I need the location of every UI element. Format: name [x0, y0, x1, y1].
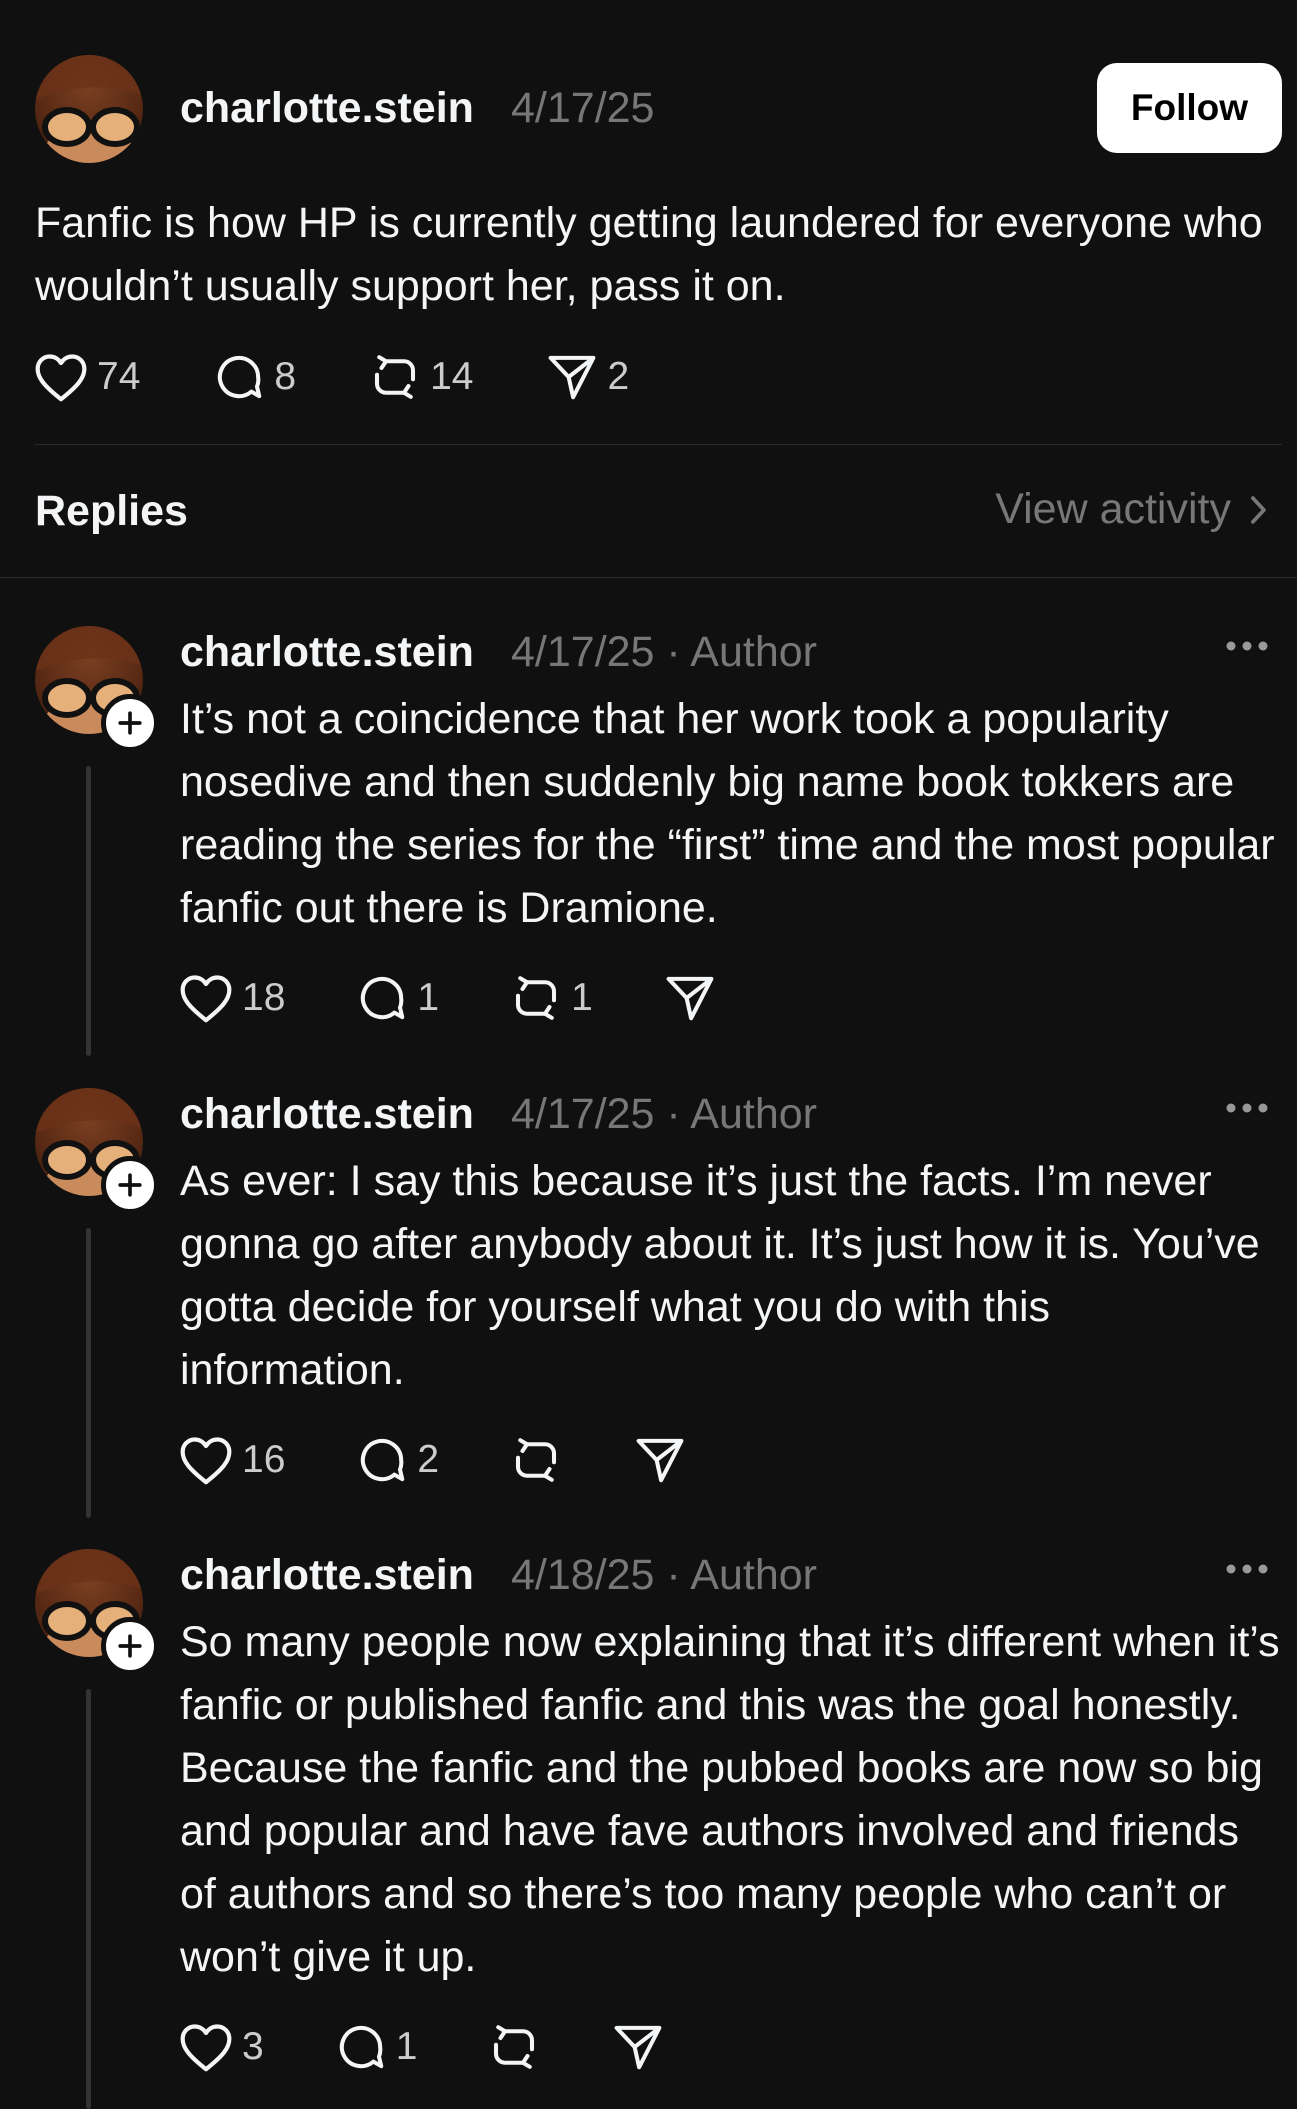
reply-meta: 4/17/25 · Author	[511, 1090, 817, 1138]
like-button[interactable]: 18	[178, 972, 285, 1024]
reply-item: charlotte.stein 4/18/25 · Author So many…	[0, 1549, 1297, 2109]
reply-username[interactable]: charlotte.stein	[180, 1551, 474, 1600]
more-dots-icon	[1225, 1563, 1269, 1575]
plus-icon	[116, 709, 144, 737]
comment-count: 1	[417, 976, 440, 1019]
repost-button[interactable]: 14	[368, 350, 473, 404]
repost-button[interactable]: 1	[509, 971, 593, 1025]
thread-line	[86, 766, 91, 1056]
share-count: 2	[607, 355, 630, 398]
reply-item: charlotte.stein 4/17/25 · Author As ever…	[0, 1088, 1297, 1528]
view-activity-link[interactable]: View activity	[995, 485, 1269, 534]
send-icon	[633, 1433, 687, 1487]
reply-username[interactable]: charlotte.stein	[180, 628, 474, 677]
repost-button[interactable]	[509, 1433, 563, 1487]
more-dots-icon	[1225, 640, 1269, 652]
comment-count: 1	[395, 2025, 418, 2068]
thread-line	[86, 1228, 91, 1518]
repost-icon	[509, 1433, 563, 1487]
comment-bubble-icon	[355, 971, 409, 1025]
send-icon	[663, 971, 717, 1025]
main-post: charlotte.stein 4/17/25 Follow Fanfic is…	[0, 0, 1297, 445]
like-count: 74	[97, 355, 141, 398]
view-activity-label: View activity	[995, 485, 1231, 533]
more-options-button[interactable]	[1225, 1102, 1269, 1114]
reply-actions: 16 2	[178, 1430, 757, 1490]
replies-title: Replies	[35, 487, 188, 535]
send-icon	[611, 2020, 665, 2074]
like-count: 16	[242, 1438, 286, 1481]
more-options-button[interactable]	[1225, 1563, 1269, 1575]
heart-icon	[178, 1434, 234, 1486]
post-actions: 74 8 14 2	[33, 347, 701, 407]
more-options-button[interactable]	[1225, 640, 1269, 652]
reply-text: So many people now explaining that it’s …	[180, 1618, 1280, 1981]
like-button[interactable]: 16	[178, 1434, 285, 1486]
repost-count: 1	[571, 976, 593, 1019]
heart-icon	[178, 972, 234, 1024]
reply-text: It’s not a coincidence that her work too…	[180, 695, 1275, 932]
heart-icon	[33, 351, 89, 403]
more-dots-icon	[1225, 1102, 1269, 1114]
share-button[interactable]	[611, 2020, 665, 2074]
like-count: 18	[242, 976, 286, 1019]
divider	[0, 577, 1297, 578]
reply-actions: 3 1	[178, 2017, 735, 2077]
share-button[interactable]	[663, 971, 717, 1025]
follow-plus-button[interactable]	[101, 694, 159, 752]
avatar[interactable]	[35, 55, 143, 163]
comment-bubble-icon	[355, 1433, 409, 1487]
comment-button[interactable]: 1	[355, 971, 439, 1025]
comment-button[interactable]: 2	[355, 1433, 439, 1487]
comment-button[interactable]: 8	[212, 350, 296, 404]
thread-line	[86, 1689, 91, 2109]
repost-icon	[368, 350, 422, 404]
plus-icon	[116, 1171, 144, 1199]
replies-header: Replies View activity	[0, 445, 1297, 577]
repost-count: 14	[430, 355, 474, 398]
reply-actions: 18 1 1	[178, 968, 787, 1028]
repost-button[interactable]	[487, 2020, 541, 2074]
post-date: 4/17/25	[511, 84, 655, 132]
comment-button[interactable]: 1	[334, 2020, 418, 2074]
reply-meta: 4/18/25 · Author	[511, 1551, 817, 1599]
plus-icon	[116, 1632, 144, 1660]
share-button[interactable]	[633, 1433, 687, 1487]
comment-count: 2	[417, 1438, 440, 1481]
heart-icon	[178, 2021, 234, 2073]
follow-plus-button[interactable]	[101, 1156, 159, 1214]
comment-count: 8	[274, 355, 297, 398]
reply-item: charlotte.stein 4/17/25 · Author It’s no…	[0, 626, 1297, 1066]
chevron-right-icon	[1247, 493, 1269, 527]
follow-plus-button[interactable]	[101, 1617, 159, 1675]
comment-bubble-icon	[212, 350, 266, 404]
repost-icon	[487, 2020, 541, 2074]
repost-icon	[509, 971, 563, 1025]
share-button[interactable]: 2	[545, 350, 629, 404]
reply-text: As ever: I say this because it’s just th…	[180, 1157, 1260, 1394]
reply-username[interactable]: charlotte.stein	[180, 1090, 474, 1139]
like-button[interactable]: 3	[178, 2021, 264, 2073]
follow-button[interactable]: Follow	[1097, 63, 1282, 153]
like-count: 3	[242, 2025, 264, 2068]
post-text: Fanfic is how HP is currently getting la…	[35, 199, 1263, 310]
comment-bubble-icon	[334, 2020, 388, 2074]
send-icon	[545, 350, 599, 404]
like-button[interactable]: 74	[33, 351, 140, 403]
reply-meta: 4/17/25 · Author	[511, 628, 817, 676]
post-username[interactable]: charlotte.stein	[180, 84, 474, 133]
